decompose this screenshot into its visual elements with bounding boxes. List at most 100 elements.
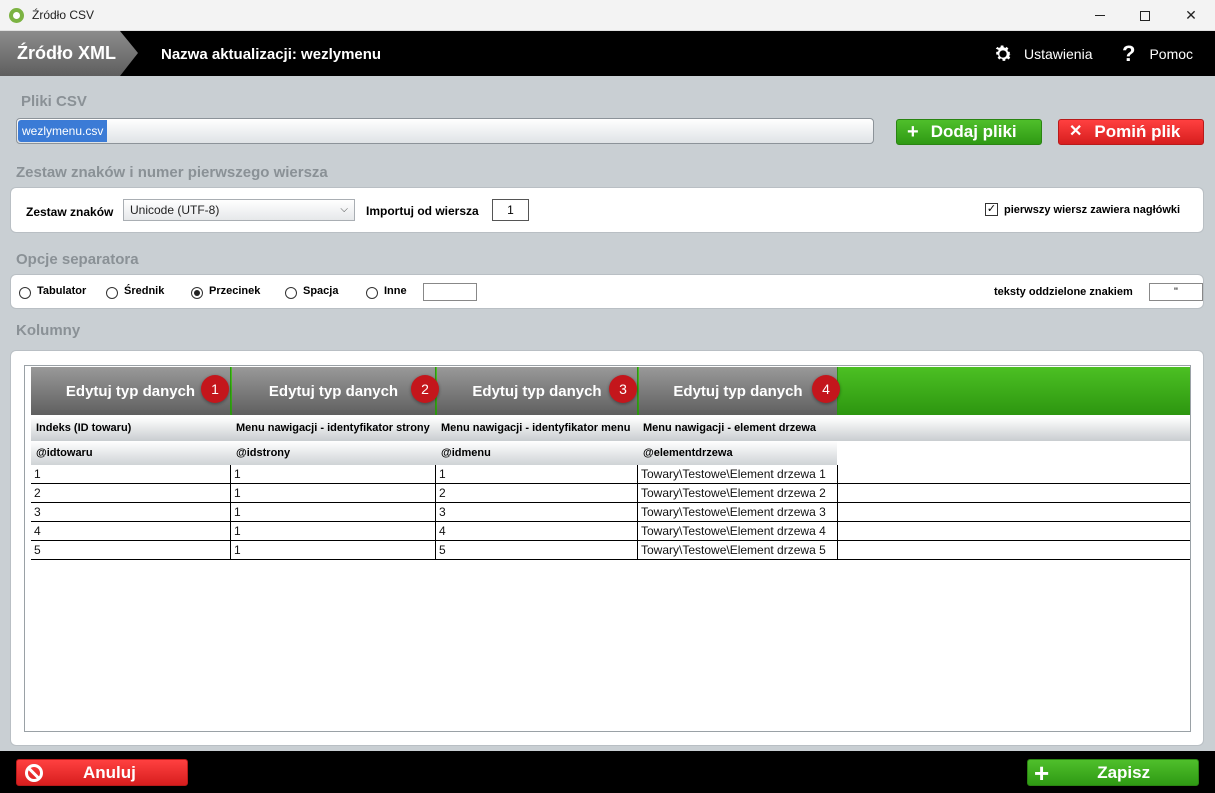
- window-title-bar: Źródło CSV ✕: [0, 0, 1215, 31]
- skip-file-button[interactable]: ✕ Pomiń plik: [1058, 119, 1204, 145]
- add-files-label: Dodaj pliki: [930, 122, 1017, 141]
- radio-space[interactable]: [285, 287, 297, 299]
- edit-type-label: Edytuj typ danych: [65, 382, 196, 400]
- plus-icon: +: [907, 121, 919, 143]
- files-section-title: Pliki CSV: [21, 93, 87, 110]
- minimize-icon: [1095, 15, 1105, 16]
- radio-tab-label: Tabulator: [37, 285, 87, 297]
- table-cell: 1: [231, 503, 436, 522]
- gear-icon: [995, 45, 1012, 61]
- cancel-button[interactable]: Anuluj: [16, 759, 188, 786]
- close-icon: ✕: [1185, 7, 1197, 23]
- edit-type-label: Edytuj typ danych: [472, 382, 602, 400]
- window-title: Źródło CSV: [32, 8, 95, 22]
- other-separator-input[interactable]: [423, 283, 477, 301]
- edit-type-button-3[interactable]: Edytuj typ danych: [437, 367, 638, 415]
- charset-section-title: Zestaw znaków i numer pierwszego wiersza: [16, 164, 328, 181]
- separator-section-title: Opcje separatora: [16, 251, 139, 268]
- charset-label: Zestaw znaków: [26, 205, 114, 219]
- minimize-button[interactable]: [1077, 0, 1123, 31]
- text-qualifier-label: teksty oddzielone znakiem: [994, 286, 1133, 298]
- question-icon: ?: [1122, 41, 1136, 66]
- app-icon: [9, 8, 24, 23]
- radio-comma[interactable]: [191, 287, 203, 299]
- radio-space-label: Spacja: [303, 285, 339, 297]
- table-cell: Towary\Testowe\Element drzewa 2: [638, 484, 838, 503]
- table-cell: Towary\Testowe\Element drzewa 3: [638, 503, 838, 522]
- ban-icon: [25, 763, 43, 782]
- table-cell: 4: [31, 522, 231, 541]
- step-badge-1: 1: [201, 375, 229, 403]
- breadcrumb[interactable]: Źródło XML: [0, 31, 138, 76]
- cancel-label: Anuluj: [83, 762, 136, 782]
- table-cell: 1: [231, 541, 436, 560]
- table-cell: 1: [231, 484, 436, 503]
- column-header: Menu nawigacji - element drzewa: [643, 422, 816, 434]
- file-list-field[interactable]: wezlymenu.csv: [16, 118, 874, 144]
- table-cell: 1: [231, 522, 436, 541]
- radio-comma-label: Przecinek: [209, 285, 261, 297]
- table-row[interactable]: 5 1 5 Towary\Testowe\Element drzewa 5: [31, 541, 1190, 560]
- table-cell: 5: [31, 541, 231, 560]
- settings-button[interactable]: Ustawienia: [992, 42, 1092, 66]
- page-title: Nazwa aktualizacji: wezlymenu: [161, 46, 382, 63]
- file-item[interactable]: wezlymenu.csv: [18, 120, 108, 142]
- radio-semicolon[interactable]: [106, 287, 118, 299]
- radio-semicolon-label: Średnik: [124, 285, 165, 297]
- table-cell: 5: [436, 541, 638, 560]
- skip-file-label: Pomiń plik: [1094, 122, 1181, 141]
- table-row[interactable]: 1 1 1 Towary\Testowe\Element drzewa 1: [31, 465, 1190, 484]
- charset-value: Unicode (UTF-8): [130, 203, 220, 217]
- column-header: Indeks (ID towaru): [36, 422, 132, 434]
- maximize-button[interactable]: [1122, 0, 1168, 31]
- header-row-checkbox-label: pierwszy wiersz zawiera nagłówki: [1004, 204, 1181, 216]
- column-variable: @idtowaru: [36, 447, 93, 459]
- table-cell: 3: [436, 503, 638, 522]
- x-icon: ✕: [1069, 123, 1083, 140]
- plus-icon: +: [1034, 757, 1050, 788]
- columns-section-title: Kolumny: [16, 322, 81, 339]
- text-qualifier-input[interactable]: ": [1149, 283, 1203, 301]
- help-button[interactable]: ? Pomoc: [1122, 42, 1193, 66]
- table-cell: 3: [31, 503, 231, 522]
- table-cell: Towary\Testowe\Element drzewa 5: [638, 541, 838, 560]
- step-badge-4: 4: [812, 375, 840, 403]
- close-button[interactable]: ✕: [1168, 0, 1214, 31]
- table-row[interactable]: 3 1 3 Towary\Testowe\Element drzewa 3: [31, 503, 1190, 522]
- save-label: Zapisz: [1097, 762, 1151, 782]
- chevron-down-icon: ⌵: [340, 204, 348, 215]
- radio-other-label: Inne: [384, 285, 407, 297]
- edit-type-button-2[interactable]: Edytuj typ danych: [232, 367, 436, 415]
- column-variable: @elementdrzewa: [643, 447, 733, 459]
- table-row[interactable]: 4 1 4 Towary\Testowe\Element drzewa 4: [31, 522, 1190, 541]
- step-badge-3: 3: [609, 375, 637, 403]
- column-header: Menu nawigacji - identyfikator strony: [236, 422, 430, 434]
- settings-label: Ustawienia: [1024, 46, 1093, 62]
- column-variable: @idmenu: [441, 447, 491, 459]
- import-from-label: Importuj od wiersza: [366, 204, 479, 218]
- maximize-icon: [1140, 10, 1150, 21]
- table-cell: Towary\Testowe\Element drzewa 1: [638, 465, 838, 484]
- table-row[interactable]: 2 1 2 Towary\Testowe\Element drzewa 2: [31, 484, 1190, 503]
- header-row-checkbox[interactable]: ✓: [985, 203, 998, 216]
- table-cell: 2: [436, 484, 638, 503]
- column-variable: @idstrony: [236, 447, 291, 459]
- app-header: Źródło XML Nazwa aktualizacji: wezlymenu…: [0, 31, 1215, 76]
- table-cell: 2: [31, 484, 231, 503]
- edit-type-label: Edytuj typ danych: [673, 382, 803, 400]
- edit-type-button-4[interactable]: Edytuj typ danych: [639, 367, 838, 415]
- table-cell: 1: [231, 465, 436, 484]
- charset-select[interactable]: Unicode (UTF-8) ⌵: [123, 199, 355, 221]
- table-cell: 4: [436, 522, 638, 541]
- table-cell: 1: [31, 465, 231, 484]
- table-cell: Towary\Testowe\Element drzewa 4: [638, 522, 838, 541]
- breadcrumb-label: Źródło XML: [17, 43, 116, 63]
- edit-type-label: Edytuj typ danych: [268, 382, 399, 400]
- table-cell: 1: [436, 465, 638, 484]
- add-files-button[interactable]: + Dodaj pliki: [896, 119, 1042, 145]
- radio-other[interactable]: [366, 287, 378, 299]
- radio-tab[interactable]: [19, 287, 31, 299]
- save-button[interactable]: + Zapisz: [1027, 759, 1199, 786]
- import-from-input[interactable]: 1: [492, 199, 529, 221]
- column-header: Menu nawigacji - identyfikator menu: [441, 422, 631, 434]
